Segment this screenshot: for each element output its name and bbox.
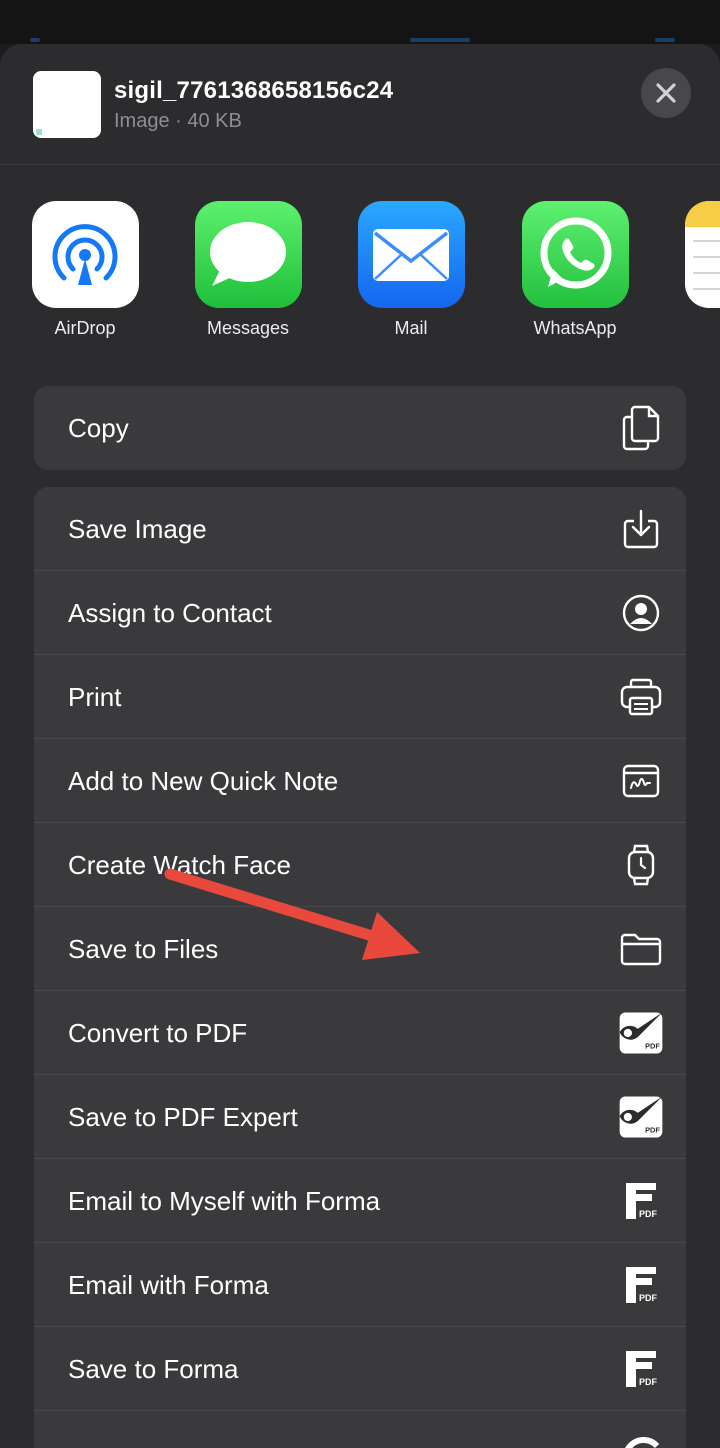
action-add-to-new-quick-note[interactable]: Add to New Quick Note (34, 739, 686, 823)
app-label: AirDrop (54, 318, 116, 338)
watch-icon (618, 840, 664, 890)
action-create-watch-face[interactable]: Create Watch Face (34, 823, 686, 907)
folder-icon (618, 924, 664, 974)
toolbar-hint (410, 38, 470, 42)
close-icon (656, 83, 676, 103)
app-label: Messages (206, 318, 290, 338)
pdf-expert-icon: PDF (618, 1008, 664, 1058)
app-messages[interactable]: Messages (178, 201, 318, 339)
action-save-image[interactable]: Save Image (34, 487, 686, 571)
svg-text:PDF: PDF (639, 1293, 658, 1303)
action-email-to-myself-with-forma[interactable]: Email to Myself with Forma PDF (34, 1159, 686, 1243)
action-label: Save to PDF Expert (68, 1102, 298, 1132)
action-save-to-files[interactable]: Save to Files (34, 907, 686, 991)
save-image-icon (618, 504, 664, 554)
notes-icon (684, 201, 720, 308)
action-assign-to-contact[interactable]: Assign to Contact (34, 571, 686, 655)
app-mail[interactable]: Mail (341, 201, 481, 339)
app-label: WhatsApp (533, 318, 617, 338)
action-label: Assign to Contact (68, 598, 272, 628)
svg-text:PDF: PDF (639, 1377, 658, 1387)
svg-text:PDF: PDF (645, 1041, 660, 1050)
action-group-primary: Copy (34, 386, 686, 470)
background-app-strip (0, 0, 720, 44)
action-label: Save to Files (68, 934, 219, 964)
svg-text:PDF: PDF (645, 1125, 660, 1134)
app-label: N (668, 318, 720, 339)
app-notes[interactable]: N (668, 201, 720, 339)
contact-icon (618, 588, 664, 638)
app-whatsapp[interactable]: WhatsApp (505, 201, 645, 339)
mail-icon (357, 201, 465, 308)
action-label: Add to New Quick Note (68, 766, 339, 796)
whatsapp-icon (521, 201, 629, 308)
action-group-main: Save Image Assign to Contact Print Add t… (34, 487, 686, 1448)
app-airdrop[interactable]: AirDrop (15, 201, 155, 339)
svg-text:PDF: PDF (639, 1209, 658, 1219)
app-label: Mail (394, 318, 428, 338)
forma-icon: PDF (618, 1260, 664, 1310)
quick-note-icon (618, 756, 664, 806)
file-name: sigil_7761368658156c24 (114, 77, 394, 104)
file-meta: Image · 40 KB (114, 110, 242, 132)
printer-icon (618, 672, 664, 722)
share-apps-row: AirDrop Messages Mail WhatsApp (0, 201, 720, 351)
action-label: Create Watch Face (68, 850, 292, 880)
action-label: Save to Forma (68, 1354, 239, 1384)
action-label: Email with Forma (68, 1270, 269, 1300)
action-copy[interactable]: Copy (34, 386, 686, 470)
action-print[interactable]: Print (34, 655, 686, 739)
action-label: Email to Myself with Forma (68, 1186, 381, 1216)
forma-icon: PDF (618, 1176, 664, 1226)
pdf-expert-icon: PDF (618, 1092, 664, 1142)
action-label: Copy (68, 413, 129, 443)
share-sheet-header: sigil_7761368658156c24 Image · 40 KB (0, 44, 720, 165)
messages-icon (194, 201, 302, 308)
partial-icon (618, 1431, 664, 1448)
action-save-to-forma[interactable]: Save to Forma PDF (34, 1327, 686, 1411)
back-chevron-hint (30, 38, 40, 42)
action-convert-to-pdf[interactable]: Convert to PDF PDF (34, 991, 686, 1075)
action-label: Convert to PDF (68, 1018, 248, 1048)
share-sheet: sigil_7761368658156c24 Image · 40 KB Air… (0, 44, 720, 1448)
action-partially-visible[interactable] (34, 1411, 686, 1448)
forma-icon: PDF (618, 1344, 664, 1394)
airdrop-icon (31, 201, 139, 308)
action-email-with-forma[interactable]: Email with Forma PDF (34, 1243, 686, 1327)
close-button[interactable] (641, 68, 691, 118)
file-thumbnail (33, 71, 101, 138)
share-hint (655, 38, 675, 42)
copy-icon (618, 403, 664, 453)
action-label: Print (68, 682, 122, 712)
action-label: Save Image (68, 514, 207, 544)
action-save-to-pdf-expert[interactable]: Save to PDF Expert PDF (34, 1075, 686, 1159)
